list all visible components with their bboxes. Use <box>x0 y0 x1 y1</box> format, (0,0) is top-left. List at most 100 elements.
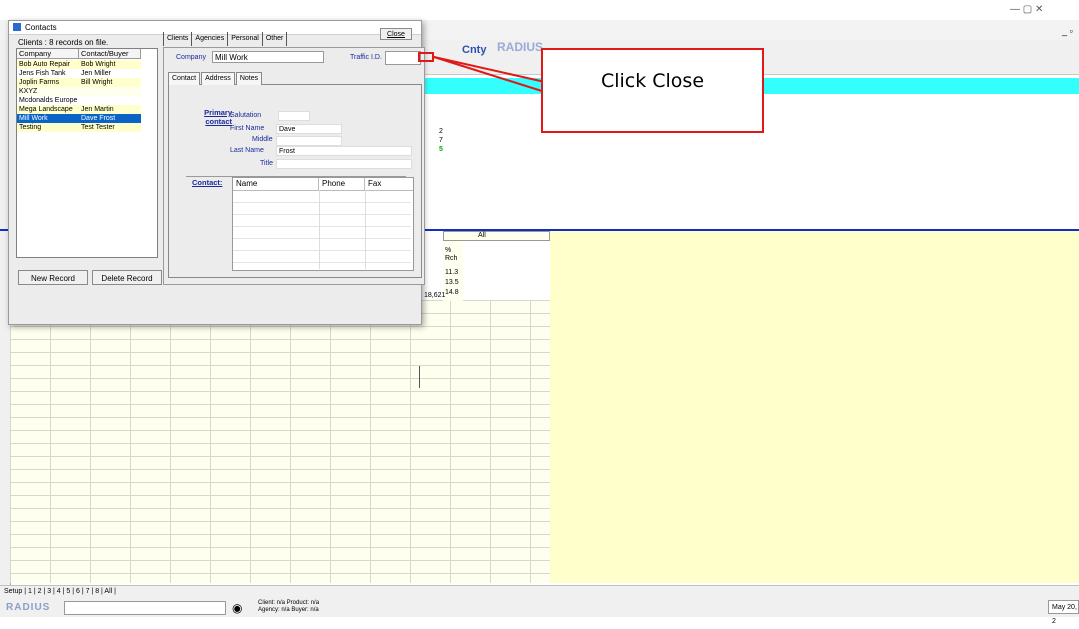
column-header-contact[interactable]: Contact/Buyer <box>79 49 141 59</box>
column-header-phone[interactable]: Phone <box>319 178 365 190</box>
date-display: May 20, 2 <box>1048 600 1079 625</box>
table-row[interactable] <box>233 215 411 227</box>
new-record-button[interactable]: New Record <box>18 270 88 285</box>
traffic-id-field[interactable] <box>385 51 421 65</box>
first-name-field[interactable]: Dave <box>276 124 342 134</box>
sheet-tabs[interactable]: Setup | 1 | 2 | 3 | 4 | 5 | 6 | 7 | 8 | … <box>4 588 116 595</box>
middle-field[interactable] <box>276 136 342 146</box>
side-num: 2 <box>439 128 443 135</box>
client-row[interactable]: Mcdonalds Europe <box>17 96 141 105</box>
last-name-label: Last Name <box>230 147 264 154</box>
traffic-id-label: Traffic I.D. <box>350 54 382 61</box>
callout-box: Click Close <box>541 48 764 133</box>
callout-text: Click Close <box>600 70 705 92</box>
salutation-field[interactable] <box>278 111 310 121</box>
radius-logo: RADIUS <box>6 602 51 613</box>
tab-contact[interactable]: Contact <box>168 72 201 85</box>
client-contact: Bill Wright <box>81 79 113 86</box>
client-company: KXYZ <box>19 88 38 95</box>
client-company: Bob Auto Repair <box>19 61 70 68</box>
cnty-button[interactable]: Cnty <box>462 44 486 56</box>
table-row[interactable] <box>233 203 411 215</box>
column-header-company[interactable]: Company <box>17 49 79 59</box>
client-row[interactable]: KXYZ <box>17 87 141 96</box>
company-field[interactable]: Mill Work <box>212 51 324 63</box>
client-list-header: Company Contact/Buyer <box>17 49 157 59</box>
rch-value: 11.3 <box>445 269 459 276</box>
client-contact: Dave Frost <box>81 115 116 122</box>
tab-clients[interactable]: Clients <box>163 32 193 46</box>
side-number-column: 2 7 5 <box>439 103 463 163</box>
client-contact <box>79 87 141 96</box>
client-row[interactable]: Bob Auto Repair Bob Wright <box>17 60 141 69</box>
client-row[interactable]: Jens Fish Tank Jen Miller <box>17 69 141 78</box>
first-name-label: First Name <box>230 125 265 132</box>
column-header-fax[interactable]: Fax <box>365 178 411 190</box>
schedule-grid[interactable] <box>10 300 550 583</box>
reach-column: % Rch 11.3 13.5 14.8 <box>443 241 463 301</box>
client-row[interactable]: Joplin Farms Bill Wright <box>17 78 141 87</box>
status-line: Agency: n/a Buyer: n/a <box>258 607 319 613</box>
company-label: Company <box>176 54 206 61</box>
side-num: 7 <box>439 137 443 144</box>
rch-value: 14.8 <box>445 289 459 296</box>
rch-value: 13.5 <box>445 279 459 286</box>
client-company: Jens Fish Tank <box>19 70 66 77</box>
client-contact <box>79 96 141 105</box>
client-contact: Test Tester <box>81 124 115 131</box>
client-row[interactable]: Mega Landscape Jen Martin <box>17 105 141 114</box>
table-row[interactable] <box>233 227 411 239</box>
table-row[interactable] <box>233 191 411 203</box>
contact-table-header: Name Phone Fax <box>233 178 413 191</box>
client-contact: Jen Miller <box>81 70 111 77</box>
record-tabs: Clients Agencies Personal Other <box>163 32 288 46</box>
all-column-header[interactable]: All <box>443 231 550 241</box>
clients-count: Clients : 8 records on file. <box>18 38 109 47</box>
title-field[interactable] <box>276 159 412 169</box>
app-icon <box>13 23 21 31</box>
tab-personal[interactable]: Personal <box>228 32 263 46</box>
client-contact: Bob Wright <box>81 61 116 68</box>
status-info: Client: n/a Product: n/a Agency: n/a Buy… <box>258 600 319 614</box>
window-controls[interactable]: — ▢ ✕ <box>1010 4 1043 15</box>
column-header-name[interactable]: Name <box>233 178 319 190</box>
client-list[interactable]: Company Contact/Buyer Bob Auto Repair Bob… <box>16 48 158 258</box>
client-company: Mega Landscape <box>19 106 73 113</box>
close-button[interactable]: Close <box>380 28 412 40</box>
client-company: Mill Work <box>19 115 48 122</box>
side-num: 5 <box>439 146 443 153</box>
inner-window-controls[interactable]: _ ▫ <box>1062 26 1073 36</box>
schedule-area[interactable] <box>550 231 1079 583</box>
last-name-field[interactable]: Frost <box>276 146 412 156</box>
radius-logo-top: RADIUS <box>497 40 544 54</box>
salutation-label: Salutation <box>230 112 262 119</box>
scrollbar[interactable] <box>419 366 425 388</box>
contact-table[interactable]: Name Phone Fax <box>232 177 420 388</box>
status-input[interactable] <box>64 601 226 615</box>
tab-notes[interactable]: Notes <box>235 72 263 85</box>
contact-subtabs: Contact Address Notes <box>168 72 263 85</box>
pct-header: % <box>445 247 452 254</box>
rch-header: Rch <box>445 255 458 262</box>
dialog-title: Contacts <box>25 23 57 32</box>
client-company: Testing <box>19 124 42 131</box>
search-icon[interactable]: ◉ <box>232 601 242 615</box>
table-row[interactable] <box>233 239 411 251</box>
tab-other[interactable]: Other <box>263 32 288 46</box>
column-divider <box>365 190 366 269</box>
primary-contact-link[interactable]: Primary contact <box>190 108 232 126</box>
tab-address[interactable]: Address <box>201 72 235 85</box>
status-line: Client: n/a Product: n/a <box>258 600 320 606</box>
app-title-bar <box>0 0 1079 20</box>
tab-agencies[interactable]: Agencies <box>192 32 229 46</box>
close-highlight <box>418 52 434 62</box>
client-row[interactable]: Testing Test Tester <box>17 123 141 132</box>
client-company: Mcdonalds Europe <box>19 97 78 104</box>
reach-value: 18,621 <box>424 292 446 299</box>
client-row-selected[interactable]: Mill Work Dave Frost <box>17 114 141 123</box>
table-row[interactable] <box>233 251 411 263</box>
delete-record-button[interactable]: Delete Record <box>92 270 162 285</box>
client-contact: Jen Martin <box>81 106 114 113</box>
contact-link[interactable]: Contact: <box>192 178 222 187</box>
client-company: Joplin Farms <box>19 79 60 86</box>
